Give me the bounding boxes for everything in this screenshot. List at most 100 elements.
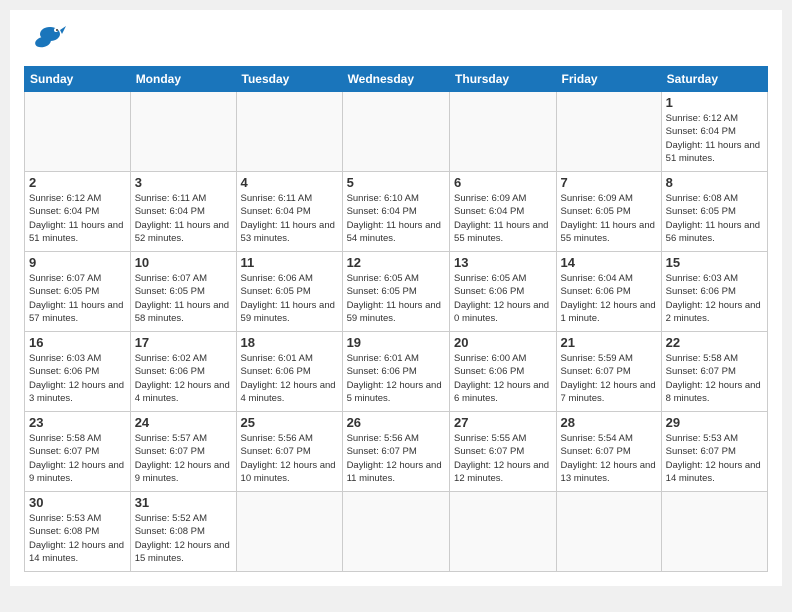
day-cell-30: 30 Sunrise: 5:53 AM Sunset: 6:08 PM Dayl…: [25, 492, 131, 572]
day-cell-15: 15 Sunrise: 6:03 AM Sunset: 6:06 PM Dayl…: [661, 252, 767, 332]
day-info-6: Sunrise: 6:09 AM Sunset: 6:04 PM Dayligh…: [454, 192, 552, 245]
day-info-25: Sunrise: 5:56 AM Sunset: 6:07 PM Dayligh…: [241, 432, 338, 485]
day-cell-18: 18 Sunrise: 6:01 AM Sunset: 6:06 PM Dayl…: [236, 332, 342, 412]
day-info-11: Sunrise: 6:06 AM Sunset: 6:05 PM Dayligh…: [241, 272, 338, 325]
empty-cell: [556, 492, 661, 572]
empty-cell: [661, 492, 767, 572]
day-info-1: Sunrise: 6:12 AM Sunset: 6:04 PM Dayligh…: [666, 112, 763, 165]
day-info-3: Sunrise: 6:11 AM Sunset: 6:04 PM Dayligh…: [135, 192, 232, 245]
empty-cell: [342, 492, 449, 572]
col-saturday: Saturday: [661, 67, 767, 92]
day-info-24: Sunrise: 5:57 AM Sunset: 6:07 PM Dayligh…: [135, 432, 232, 485]
day-number-7: 7: [561, 175, 657, 190]
day-number-20: 20: [454, 335, 552, 350]
day-number-2: 2: [29, 175, 126, 190]
day-cell-29: 29 Sunrise: 5:53 AM Sunset: 6:07 PM Dayl…: [661, 412, 767, 492]
day-info-16: Sunrise: 6:03 AM Sunset: 6:06 PM Dayligh…: [29, 352, 126, 405]
day-number-15: 15: [666, 255, 763, 270]
day-number-4: 4: [241, 175, 338, 190]
col-monday: Monday: [130, 67, 236, 92]
day-cell-24: 24 Sunrise: 5:57 AM Sunset: 6:07 PM Dayl…: [130, 412, 236, 492]
empty-cell: [236, 492, 342, 572]
day-number-23: 23: [29, 415, 126, 430]
empty-cell: [130, 92, 236, 172]
day-info-13: Sunrise: 6:05 AM Sunset: 6:06 PM Dayligh…: [454, 272, 552, 325]
col-friday: Friday: [556, 67, 661, 92]
day-number-29: 29: [666, 415, 763, 430]
day-cell-17: 17 Sunrise: 6:02 AM Sunset: 6:06 PM Dayl…: [130, 332, 236, 412]
empty-cell: [556, 92, 661, 172]
calendar-table: Sunday Monday Tuesday Wednesday Thursday…: [24, 66, 768, 572]
day-info-23: Sunrise: 5:58 AM Sunset: 6:07 PM Dayligh…: [29, 432, 126, 485]
day-info-19: Sunrise: 6:01 AM Sunset: 6:06 PM Dayligh…: [347, 352, 445, 405]
day-cell-2: 2 Sunrise: 6:12 AM Sunset: 6:04 PM Dayli…: [25, 172, 131, 252]
day-cell-16: 16 Sunrise: 6:03 AM Sunset: 6:06 PM Dayl…: [25, 332, 131, 412]
day-cell-4: 4 Sunrise: 6:11 AM Sunset: 6:04 PM Dayli…: [236, 172, 342, 252]
empty-cell: [342, 92, 449, 172]
day-info-31: Sunrise: 5:52 AM Sunset: 6:08 PM Dayligh…: [135, 512, 232, 565]
logo: [24, 20, 66, 58]
day-cell-7: 7 Sunrise: 6:09 AM Sunset: 6:05 PM Dayli…: [556, 172, 661, 252]
day-info-26: Sunrise: 5:56 AM Sunset: 6:07 PM Dayligh…: [347, 432, 445, 485]
day-number-1: 1: [666, 95, 763, 110]
day-info-10: Sunrise: 6:07 AM Sunset: 6:05 PM Dayligh…: [135, 272, 232, 325]
day-info-5: Sunrise: 6:10 AM Sunset: 6:04 PM Dayligh…: [347, 192, 445, 245]
day-cell-6: 6 Sunrise: 6:09 AM Sunset: 6:04 PM Dayli…: [450, 172, 557, 252]
day-info-8: Sunrise: 6:08 AM Sunset: 6:05 PM Dayligh…: [666, 192, 763, 245]
week-row-1: 1 Sunrise: 6:12 AM Sunset: 6:04 PM Dayli…: [25, 92, 768, 172]
logo-bird-icon: [28, 20, 66, 58]
day-info-20: Sunrise: 6:00 AM Sunset: 6:06 PM Dayligh…: [454, 352, 552, 405]
day-number-17: 17: [135, 335, 232, 350]
day-info-27: Sunrise: 5:55 AM Sunset: 6:07 PM Dayligh…: [454, 432, 552, 485]
day-number-14: 14: [561, 255, 657, 270]
day-number-18: 18: [241, 335, 338, 350]
col-thursday: Thursday: [450, 67, 557, 92]
day-number-13: 13: [454, 255, 552, 270]
day-number-24: 24: [135, 415, 232, 430]
day-number-3: 3: [135, 175, 232, 190]
day-number-5: 5: [347, 175, 445, 190]
day-info-9: Sunrise: 6:07 AM Sunset: 6:05 PM Dayligh…: [29, 272, 126, 325]
week-row: 2 Sunrise: 6:12 AM Sunset: 6:04 PM Dayli…: [25, 172, 768, 252]
week-row: 30 Sunrise: 5:53 AM Sunset: 6:08 PM Dayl…: [25, 492, 768, 572]
day-cell-26: 26 Sunrise: 5:56 AM Sunset: 6:07 PM Dayl…: [342, 412, 449, 492]
day-number-28: 28: [561, 415, 657, 430]
day-number-8: 8: [666, 175, 763, 190]
day-number-22: 22: [666, 335, 763, 350]
day-info-2: Sunrise: 6:12 AM Sunset: 6:04 PM Dayligh…: [29, 192, 126, 245]
empty-cell: [236, 92, 342, 172]
day-number-10: 10: [135, 255, 232, 270]
week-row: 23 Sunrise: 5:58 AM Sunset: 6:07 PM Dayl…: [25, 412, 768, 492]
day-number-19: 19: [347, 335, 445, 350]
day-number-12: 12: [347, 255, 445, 270]
day-cell-23: 23 Sunrise: 5:58 AM Sunset: 6:07 PM Dayl…: [25, 412, 131, 492]
empty-cell: [25, 92, 131, 172]
day-info-22: Sunrise: 5:58 AM Sunset: 6:07 PM Dayligh…: [666, 352, 763, 405]
week-row: 9 Sunrise: 6:07 AM Sunset: 6:05 PM Dayli…: [25, 252, 768, 332]
day-info-28: Sunrise: 5:54 AM Sunset: 6:07 PM Dayligh…: [561, 432, 657, 485]
day-cell-21: 21 Sunrise: 5:59 AM Sunset: 6:07 PM Dayl…: [556, 332, 661, 412]
day-info-4: Sunrise: 6:11 AM Sunset: 6:04 PM Dayligh…: [241, 192, 338, 245]
day-cell-19: 19 Sunrise: 6:01 AM Sunset: 6:06 PM Dayl…: [342, 332, 449, 412]
day-number-9: 9: [29, 255, 126, 270]
day-number-27: 27: [454, 415, 552, 430]
day-info-21: Sunrise: 5:59 AM Sunset: 6:07 PM Dayligh…: [561, 352, 657, 405]
header: [24, 20, 768, 58]
col-sunday: Sunday: [25, 67, 131, 92]
day-cell-9: 9 Sunrise: 6:07 AM Sunset: 6:05 PM Dayli…: [25, 252, 131, 332]
day-number-21: 21: [561, 335, 657, 350]
day-cell-31: 31 Sunrise: 5:52 AM Sunset: 6:08 PM Dayl…: [130, 492, 236, 572]
day-cell-10: 10 Sunrise: 6:07 AM Sunset: 6:05 PM Dayl…: [130, 252, 236, 332]
day-info-30: Sunrise: 5:53 AM Sunset: 6:08 PM Dayligh…: [29, 512, 126, 565]
day-cell-22: 22 Sunrise: 5:58 AM Sunset: 6:07 PM Dayl…: [661, 332, 767, 412]
empty-cell: [450, 492, 557, 572]
day-cell-28: 28 Sunrise: 5:54 AM Sunset: 6:07 PM Dayl…: [556, 412, 661, 492]
day-cell-20: 20 Sunrise: 6:00 AM Sunset: 6:06 PM Dayl…: [450, 332, 557, 412]
day-number-6: 6: [454, 175, 552, 190]
col-wednesday: Wednesday: [342, 67, 449, 92]
day-info-15: Sunrise: 6:03 AM Sunset: 6:06 PM Dayligh…: [666, 272, 763, 325]
day-number-31: 31: [135, 495, 232, 510]
day-cell-1: 1 Sunrise: 6:12 AM Sunset: 6:04 PM Dayli…: [661, 92, 767, 172]
week-row: 16 Sunrise: 6:03 AM Sunset: 6:06 PM Dayl…: [25, 332, 768, 412]
day-cell-3: 3 Sunrise: 6:11 AM Sunset: 6:04 PM Dayli…: [130, 172, 236, 252]
